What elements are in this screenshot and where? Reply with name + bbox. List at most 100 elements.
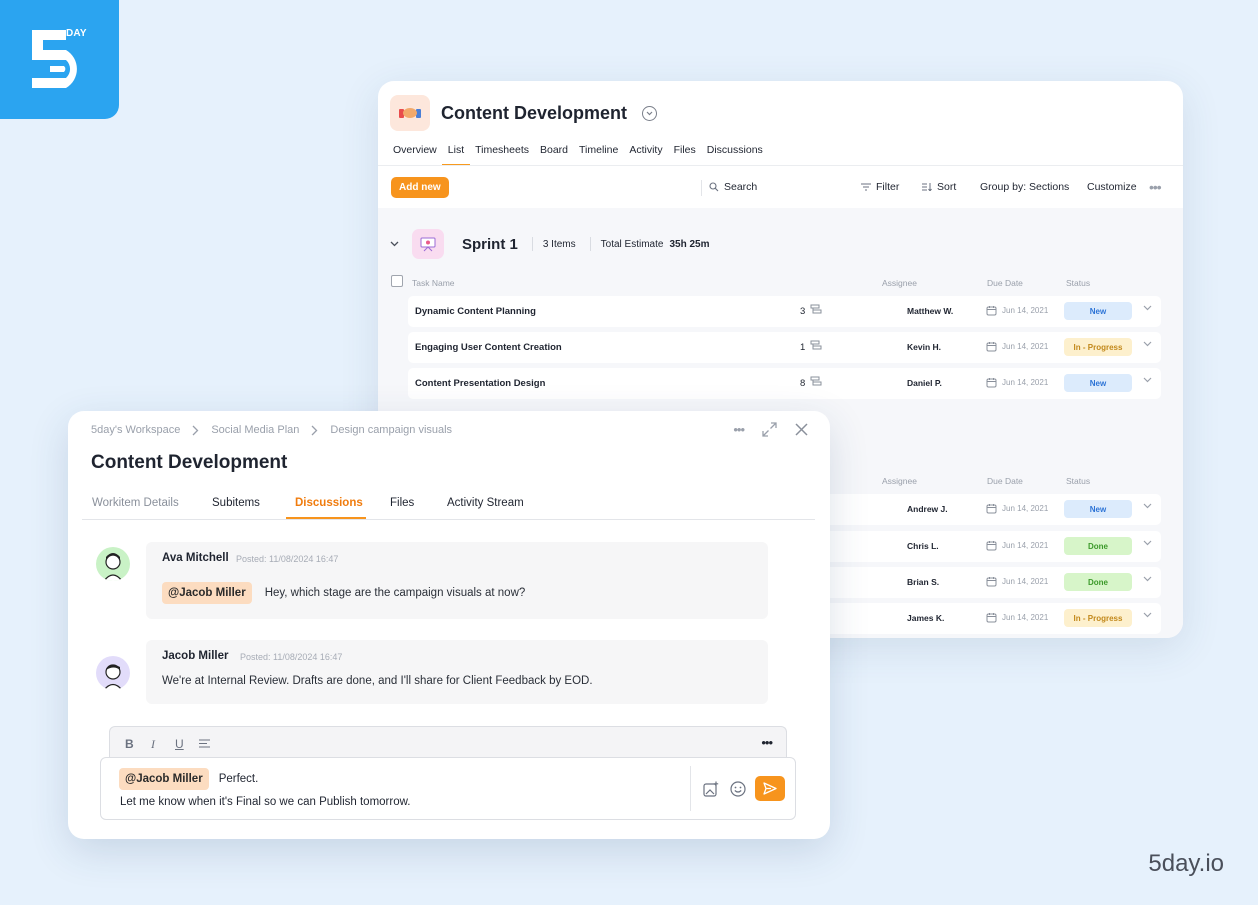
tab-board[interactable]: Board: [540, 144, 568, 166]
tab-list[interactable]: List: [441, 144, 471, 166]
message-body: We're at Internal Review. Drafts are don…: [162, 675, 593, 687]
tab-overview[interactable]: Overview: [393, 144, 437, 166]
due-date: Jun 14, 2021: [986, 305, 1048, 316]
table-row[interactable]: Chris L. Jun 14, 2021 Done: [808, 531, 1161, 562]
status-badge[interactable]: New: [1064, 374, 1132, 392]
tab-discussions[interactable]: Discussions: [295, 497, 363, 509]
chevron-down-icon[interactable]: [1143, 540, 1152, 546]
more-options-icon[interactable]: •••: [733, 422, 745, 437]
message-text: We're at Internal Review. Drafts are don…: [162, 675, 593, 687]
assignee: Chris L.: [907, 541, 939, 551]
breadcrumb-item[interactable]: Design campaign visuals: [330, 424, 452, 436]
table-row[interactable]: Andrew J. Jun 14, 2021 New: [808, 494, 1161, 525]
search-button[interactable]: Search: [709, 181, 757, 193]
emoji-icon[interactable]: [730, 781, 746, 797]
workitem-window: 5day's Workspace Social Media Plan Desig…: [68, 411, 830, 839]
calendar-icon: [986, 613, 997, 623]
chevron-down-icon[interactable]: [1143, 377, 1152, 383]
breadcrumb: 5day's Workspace Social Media Plan Desig…: [91, 424, 452, 436]
calendar-icon: [986, 342, 997, 352]
image-upload-icon[interactable]: [703, 781, 719, 797]
calendar-icon: [986, 306, 997, 316]
table-row[interactable]: Content Presentation Design 8 Daniel P. …: [408, 368, 1161, 399]
select-all-checkbox[interactable]: [391, 275, 403, 287]
tab-discussions[interactable]: Discussions: [707, 144, 763, 166]
task-name: Content Presentation Design: [415, 378, 546, 389]
tab-workitem-details[interactable]: Workitem Details: [92, 497, 179, 509]
subitem-count: 8: [800, 378, 806, 389]
align-icon[interactable]: [199, 739, 210, 748]
mention-tag[interactable]: @Jacob Miller: [119, 768, 209, 790]
tab-activity-stream[interactable]: Activity Stream: [447, 497, 524, 509]
close-icon[interactable]: [795, 423, 808, 436]
tab-timeline[interactable]: Timeline: [579, 144, 618, 166]
due-date: Jun 14, 2021: [986, 341, 1048, 352]
message-timestamp: Posted: 11/08/2024 16:47: [240, 652, 343, 662]
workitem-tabs: Workitem Details Subitems Discussions Fi…: [82, 496, 815, 520]
mention-tag[interactable]: @Jacob Miller: [162, 582, 252, 604]
filter-button[interactable]: Filter: [861, 181, 899, 193]
tab-activity[interactable]: Activity: [629, 144, 662, 166]
composer-text-2: Let me know when it's Final so we can Pu…: [120, 796, 411, 808]
chevron-down-icon[interactable]: [1143, 612, 1152, 618]
col-status: Status: [1066, 476, 1091, 486]
message: Ava Mitchell Posted: 11/08/2024 16:47 @J…: [146, 542, 768, 619]
assignee: Kevin H.: [907, 342, 942, 352]
message-text: Hey, which stage are the campaign visual…: [264, 587, 526, 599]
subitem-count: 1: [800, 342, 806, 353]
more-options-icon[interactable]: •••: [761, 735, 773, 750]
task-name: Engaging User Content Creation: [415, 342, 562, 353]
chevron-down-icon[interactable]: [1143, 576, 1152, 582]
status-badge[interactable]: New: [1064, 500, 1132, 518]
calendar-icon: [986, 504, 997, 514]
sort-button[interactable]: Sort: [922, 181, 956, 193]
chevron-down-icon[interactable]: [1143, 305, 1152, 311]
tab-subitems[interactable]: Subitems: [212, 497, 260, 509]
bold-button[interactable]: B: [125, 737, 134, 751]
window-controls: •••: [715, 422, 808, 437]
send-icon: [763, 782, 777, 795]
customize-button[interactable]: Customize: [1087, 181, 1137, 193]
table-row[interactable]: James K. Jun 14, 2021 In - Progress: [808, 603, 1161, 634]
status-badge[interactable]: Done: [1064, 573, 1132, 591]
sprint-item-count: 3 Items: [542, 238, 576, 250]
estimate-label: Total Estimate: [600, 238, 664, 250]
chevron-down-icon[interactable]: [1143, 341, 1152, 347]
project-header: Content Development: [390, 95, 658, 131]
send-button[interactable]: [755, 776, 785, 801]
table-row[interactable]: Brian S. Jun 14, 2021 Done: [808, 567, 1161, 598]
tab-files[interactable]: Files: [674, 144, 696, 166]
chevron-right-icon: [192, 425, 199, 435]
filter-label: Filter: [876, 181, 900, 193]
add-new-button[interactable]: Add new: [391, 177, 449, 198]
status-badge[interactable]: In - Progress: [1064, 338, 1132, 356]
expand-icon[interactable]: [762, 422, 777, 437]
collapse-chevron-icon[interactable]: [390, 241, 399, 247]
more-options-icon[interactable]: •••: [1149, 179, 1162, 195]
logo-text: DAY: [66, 28, 87, 39]
breadcrumb-plan[interactable]: Social Media Plan: [211, 424, 299, 436]
format-toolbar: B I U •••: [109, 726, 787, 759]
message-timestamp: Posted: 11/08/2024 16:47: [236, 554, 339, 564]
status-badge[interactable]: New: [1064, 302, 1132, 320]
underline-button[interactable]: U: [175, 737, 184, 751]
avatar: [96, 656, 130, 690]
breadcrumb-workspace[interactable]: 5day's Workspace: [91, 424, 180, 436]
italic-button[interactable]: I: [151, 737, 155, 752]
status-badge[interactable]: Done: [1064, 537, 1132, 555]
toolbar-divider: [701, 180, 702, 196]
message: Jacob Miller Posted: 11/08/2024 16:47 We…: [146, 640, 768, 704]
tab-files[interactable]: Files: [390, 497, 414, 509]
message-body: @Jacob Miller Hey, which stage are the c…: [162, 582, 525, 604]
tab-timesheets[interactable]: Timesheets: [475, 144, 529, 166]
due-date: Jun 14, 2021: [986, 503, 1048, 514]
table-row[interactable]: Engaging User Content Creation 1 Kevin H…: [408, 332, 1161, 363]
status-badge[interactable]: In - Progress: [1064, 609, 1132, 627]
chevron-down-icon[interactable]: [1143, 503, 1152, 509]
table-row[interactable]: Dynamic Content Planning 3 Matthew W. Ju…: [408, 296, 1161, 327]
group-by-button[interactable]: Group by: Sections: [980, 181, 1069, 193]
message-composer[interactable]: @Jacob Miller Perfect. Let me know when …: [100, 757, 796, 820]
col-due-date: Due Date: [987, 278, 1023, 288]
sprint-icon: [412, 229, 444, 259]
project-menu-chevron-icon[interactable]: [642, 105, 658, 121]
